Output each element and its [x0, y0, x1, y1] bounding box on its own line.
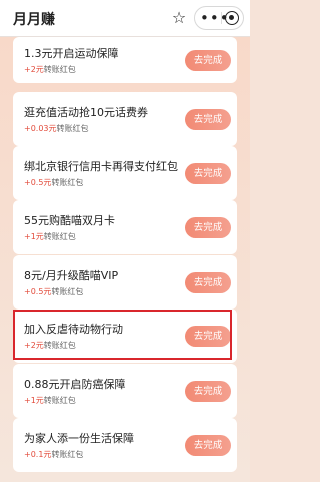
star-outline-icon[interactable]: ☆ [170, 9, 188, 27]
go-complete-button[interactable]: 去完成 [185, 381, 231, 402]
reward-suffix: 转账红包 [43, 396, 76, 405]
reward-suffix: 转账红包 [43, 65, 76, 74]
reward-amount: +1元 [24, 232, 44, 241]
reward-amount: +0.5元 [24, 178, 52, 187]
task-reward: +0.5元转账红包 [24, 286, 83, 297]
task-card: 逛充值活动抢10元话费券 +0.03元转账红包 去完成 [13, 92, 237, 146]
capsule-close-icon[interactable] [225, 11, 239, 25]
reward-amount: +2元 [24, 341, 44, 350]
task-card: 加入反虐待动物行动 +2元转账红包 去完成 [13, 309, 237, 363]
task-reward: +1元转账红包 [24, 231, 76, 242]
reward-amount: +0.1元 [24, 450, 52, 459]
task-title: 加入反虐待动物行动 [24, 323, 123, 336]
task-reward: +1元转账红包 [24, 395, 76, 406]
more-dots-icon[interactable]: ••• [200, 7, 229, 29]
reward-amount: +1元 [24, 396, 44, 405]
reward-suffix: 转账红包 [51, 450, 84, 459]
go-complete-button[interactable]: 去完成 [185, 435, 231, 456]
reward-amount: +0.03元 [24, 124, 57, 133]
task-title: 1.3元开启运动保障 [24, 47, 119, 60]
top-bar: 月月赚 ☆ ••• [0, 0, 250, 37]
go-complete-button[interactable]: 去完成 [185, 163, 231, 184]
task-title: 0.88元开启防癌保障 [24, 378, 126, 391]
go-complete-button[interactable]: 去完成 [185, 217, 231, 238]
task-title: 逛充值活动抢10元话费券 [24, 106, 148, 119]
task-card: 为家人添一份生活保障 +0.1元转账红包 去完成 [13, 418, 237, 472]
reward-suffix: 转账红包 [51, 287, 84, 296]
task-card: 绑北京银行信用卡再得支付红包 +0.5元转账红包 去完成 [13, 146, 237, 200]
reward-suffix: 转账红包 [51, 178, 84, 187]
task-card: 8元/月升级酷喵VIP +0.5元转账红包 去完成 [13, 255, 237, 309]
task-reward: +0.5元转账红包 [24, 177, 83, 188]
go-complete-button[interactable]: 去完成 [185, 272, 231, 293]
task-title: 55元购酷喵双月卡 [24, 214, 115, 227]
go-complete-button[interactable]: 去完成 [185, 50, 231, 71]
reward-suffix: 转账红包 [56, 124, 89, 133]
task-card: 1.3元开启运动保障 +2元转账红包 去完成 [13, 37, 237, 83]
go-complete-button[interactable]: 去完成 [185, 326, 231, 347]
reward-amount: +0.5元 [24, 287, 52, 296]
mini-program-capsule: ••• [194, 6, 244, 30]
task-reward: +2元转账红包 [24, 340, 76, 351]
reward-amount: +2元 [24, 65, 44, 74]
reward-suffix: 转账红包 [43, 341, 76, 350]
task-reward: +0.1元转账红包 [24, 449, 83, 460]
task-reward: +2元转账红包 [24, 64, 76, 75]
task-card: 55元购酷喵双月卡 +1元转账红包 去完成 [13, 200, 237, 254]
task-card: 0.88元开启防癌保障 +1元转账红包 去完成 [13, 364, 237, 418]
go-complete-button[interactable]: 去完成 [185, 109, 231, 130]
reward-suffix: 转账红包 [43, 232, 76, 241]
task-title: 为家人添一份生活保障 [24, 432, 134, 445]
task-title: 绑北京银行信用卡再得支付红包 [24, 160, 178, 173]
capsule-divider [221, 12, 222, 24]
task-title: 8元/月升级酷喵VIP [24, 269, 119, 282]
task-reward: +0.03元转账红包 [24, 123, 89, 134]
page-title: 月月赚 [13, 12, 55, 28]
